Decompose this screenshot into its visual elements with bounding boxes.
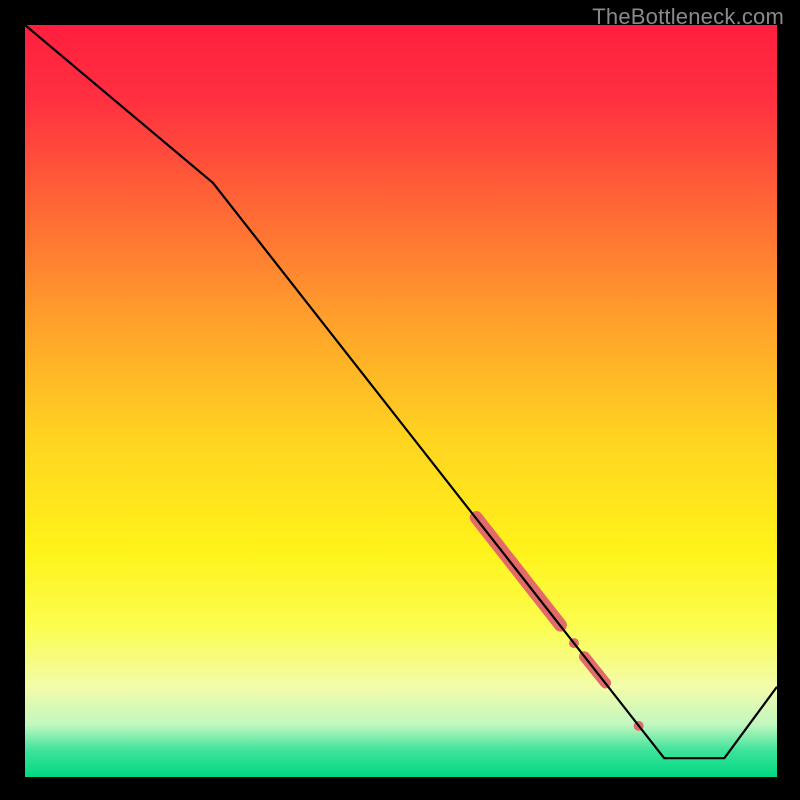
chart-container: { "watermark": "TheBottleneck.com", "plo… [0,0,800,800]
plot-area [25,25,777,777]
chart-svg [0,0,800,800]
plot-background [25,25,777,777]
watermark-text: TheBottleneck.com [592,4,784,30]
